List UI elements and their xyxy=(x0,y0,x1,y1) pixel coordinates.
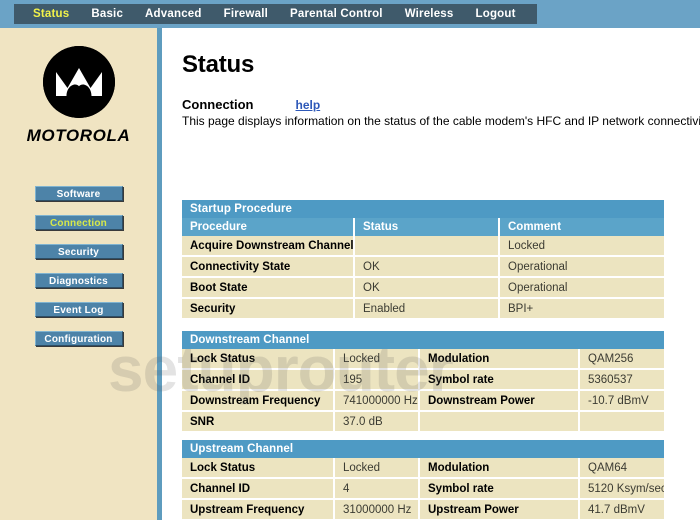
column-header: Status xyxy=(354,218,500,236)
page-title: Status xyxy=(182,51,255,78)
row-value: 5120 Ksym/sec xyxy=(579,478,665,500)
sidebar: MOTOROLA Software Connection Security Diagn… xyxy=(0,28,157,520)
table-row: Lock Status Locked Modulation QAM256 xyxy=(182,349,665,370)
table-row: Upstream Frequency 31000000 Hz Upstream Po… xyxy=(182,499,665,521)
row-label: Boot State xyxy=(182,277,355,299)
row-value: OK xyxy=(354,277,500,299)
table-row: SNR 37.0 dB xyxy=(182,411,665,433)
row-label: Security xyxy=(182,298,355,320)
upstream-channel-body: Upstream Channel Lock Status Locked Modulat… xyxy=(182,440,665,521)
row-label: Channel ID xyxy=(182,369,335,391)
section-header-title: Startup Procedure xyxy=(182,200,665,218)
section-header-title: Downstream Channel xyxy=(182,331,665,349)
row-value: Enabled xyxy=(354,298,500,320)
sidebar-button-group: Software Connection Security Diagnostics Eve… xyxy=(0,186,157,360)
row-value: OK xyxy=(354,256,500,278)
row-value: Locked xyxy=(334,458,420,479)
sidebar-button-configuration[interactable]: Configuration xyxy=(34,331,123,346)
row-value: -10.7 dBmV xyxy=(579,390,665,412)
sidebar-button-connection[interactable]: Connection xyxy=(34,215,123,230)
row-label xyxy=(419,411,580,433)
table-row: Channel ID 195 Symbol rate 5360537 xyxy=(182,369,665,391)
row-label: Acquire Downstream Channel xyxy=(182,236,355,257)
sidebar-button-software[interactable]: Software xyxy=(34,186,123,201)
row-value: Locked xyxy=(499,236,665,257)
row-label: Lock Status xyxy=(182,458,335,479)
startup-procedure-body: Startup Procedure Procedure Status Comment A… xyxy=(182,200,665,320)
downstream-channel-table: Downstream Channel Lock Status Locked Modul… xyxy=(182,331,665,433)
row-label: Modulation xyxy=(419,458,580,479)
section-header-row: Downstream Channel xyxy=(182,331,665,349)
brand-logo: MOTOROLA xyxy=(0,46,157,146)
top-navigation-bar: Status Basic Advanced Firewall Parental Cont… xyxy=(0,0,700,28)
sidebar-button-event-log[interactable]: Event Log xyxy=(34,302,123,317)
section-heading-row: Connection help xyxy=(182,97,320,112)
brand-name: MOTOROLA xyxy=(26,126,131,145)
table-row: Security Enabled BPI+ xyxy=(182,298,665,320)
row-label: Symbol rate xyxy=(419,478,580,500)
row-label: Connectivity State xyxy=(182,256,355,278)
nav-item-firewall[interactable]: Firewall xyxy=(213,4,279,24)
row-value xyxy=(579,411,665,433)
row-label: Lock Status xyxy=(182,349,335,370)
row-value: Operational xyxy=(499,277,665,299)
section-header-row: Upstream Channel xyxy=(182,440,665,458)
table-row: Downstream Frequency 741000000 Hz Downstre… xyxy=(182,390,665,412)
sidebar-button-diagnostics[interactable]: Diagnostics xyxy=(34,273,123,288)
row-value: Operational xyxy=(499,256,665,278)
row-value: Locked xyxy=(334,349,420,370)
row-value: 5360537 xyxy=(579,369,665,391)
downstream-channel-body: Downstream Channel Lock Status Locked Modul… xyxy=(182,331,665,433)
row-value: 31000000 Hz xyxy=(334,499,420,521)
nav-item-basic[interactable]: Basic xyxy=(80,4,134,24)
table-row: Connectivity State OK Operational xyxy=(182,256,665,278)
page-description: This page displays information on the st… xyxy=(182,114,700,128)
nav-item-parental-control[interactable]: Parental Control xyxy=(279,4,394,24)
nav-item-advanced[interactable]: Advanced xyxy=(134,4,213,24)
row-label: Upstream Frequency xyxy=(182,499,335,521)
nav-item-logout[interactable]: Logout xyxy=(465,4,527,24)
table-row: Lock Status Locked Modulation QAM64 xyxy=(182,458,665,479)
row-label: Channel ID xyxy=(182,478,335,500)
column-header: Procedure xyxy=(182,218,355,236)
row-value: 41.7 dBmV xyxy=(579,499,665,521)
sidebar-button-security[interactable]: Security xyxy=(34,244,123,259)
table-row: Acquire Downstream Channel Locked xyxy=(182,236,665,257)
main-content: Status Connection help This page display… xyxy=(164,28,700,521)
section-heading: Connection xyxy=(182,97,254,112)
table-row: Channel ID 4 Symbol rate 5120 Ksym/sec xyxy=(182,478,665,500)
table-row: Boot State OK Operational xyxy=(182,277,665,299)
row-value: BPI+ xyxy=(499,298,665,320)
row-label: Symbol rate xyxy=(419,369,580,391)
nav-item-status[interactable]: Status xyxy=(22,4,80,24)
row-value: QAM64 xyxy=(579,458,665,479)
row-label: Downstream Frequency xyxy=(182,390,335,412)
motorola-batwing-icon xyxy=(42,46,115,118)
startup-procedure-table: Startup Procedure Procedure Status Comment A… xyxy=(182,200,665,320)
section-header-row: Startup Procedure xyxy=(182,200,665,218)
column-header: Comment xyxy=(499,218,665,236)
row-label: Upstream Power xyxy=(419,499,580,521)
top-navigation-items: Status Basic Advanced Firewall Parental Cont… xyxy=(14,4,537,24)
row-value: 741000000 Hz xyxy=(334,390,420,412)
row-value: 195 xyxy=(334,369,420,391)
column-header-row: Procedure Status Comment xyxy=(182,218,665,236)
row-value: 4 xyxy=(334,478,420,500)
row-value xyxy=(354,236,500,257)
row-label: Downstream Power xyxy=(419,390,580,412)
nav-item-wireless[interactable]: Wireless xyxy=(394,4,465,24)
row-value: 37.0 dB xyxy=(334,411,420,433)
section-header-title: Upstream Channel xyxy=(182,440,665,458)
row-label: Modulation xyxy=(419,349,580,370)
upstream-channel-table: Upstream Channel Lock Status Locked Modulat… xyxy=(182,440,665,521)
row-label: SNR xyxy=(182,411,335,433)
help-link[interactable]: help xyxy=(296,98,321,112)
row-value: QAM256 xyxy=(579,349,665,370)
